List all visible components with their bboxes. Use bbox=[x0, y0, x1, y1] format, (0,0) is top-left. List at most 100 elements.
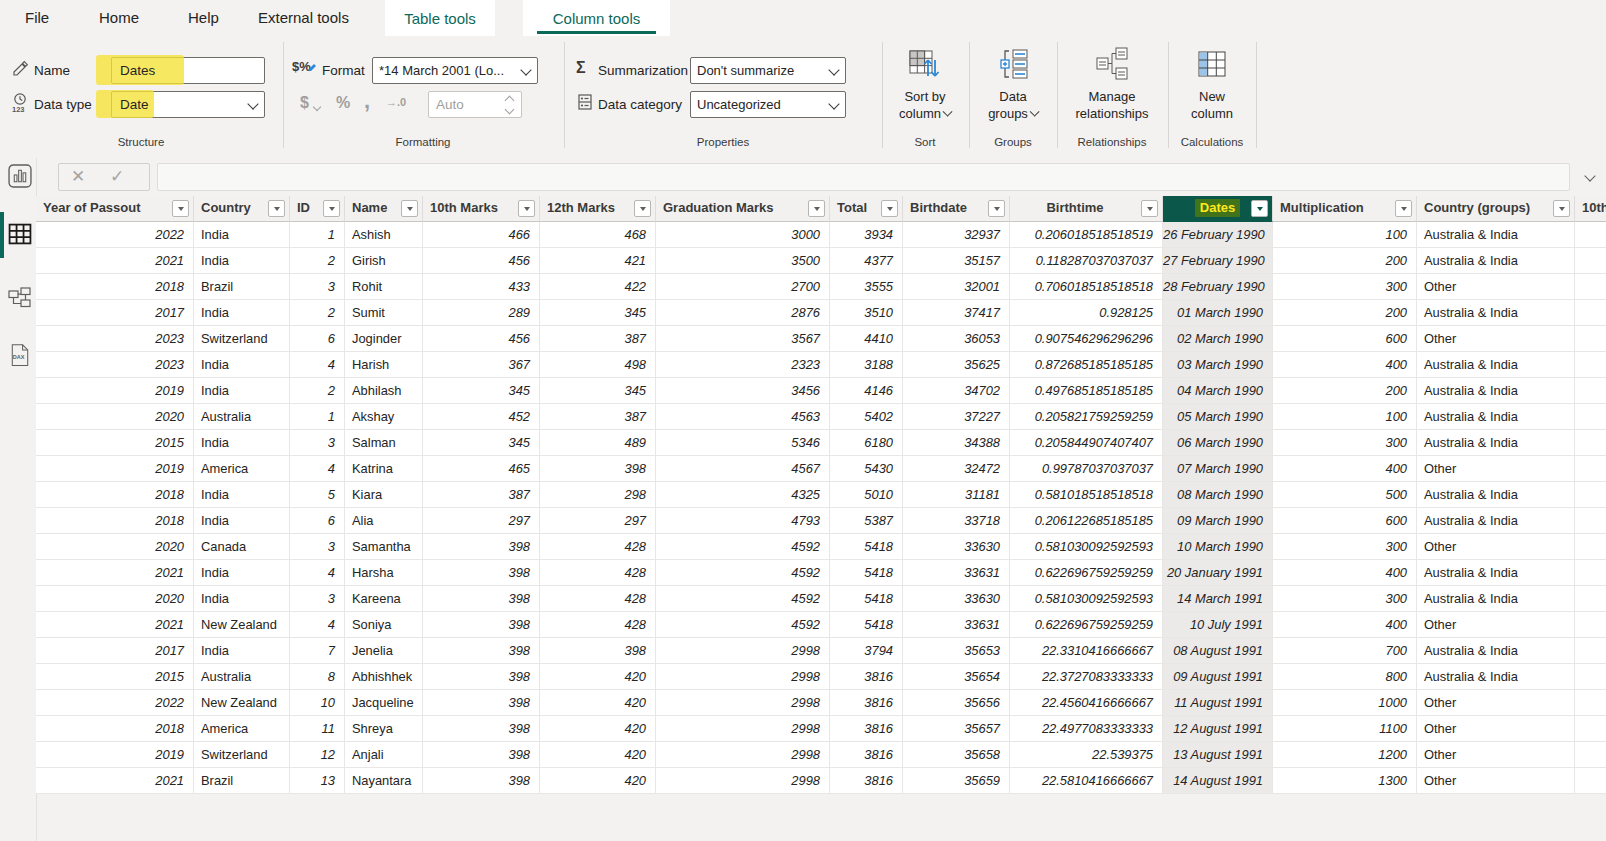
table-cell[interactable]: 398 bbox=[423, 534, 540, 560]
table-cell[interactable]: 33630 bbox=[903, 586, 1010, 612]
table-cell[interactable]: Jenelia bbox=[345, 638, 423, 664]
table-cell[interactable]: 800 bbox=[1273, 664, 1417, 690]
table-cell[interactable]: Switzerland bbox=[194, 326, 290, 352]
table-cell[interactable]: 2998 bbox=[656, 716, 830, 742]
table-cell[interactable]: 2019 bbox=[36, 378, 194, 404]
table-cell[interactable]: 22.3727083333333 bbox=[1010, 664, 1163, 690]
table-cell[interactable]: 398 bbox=[423, 638, 540, 664]
table-cell[interactable]: 4592 bbox=[656, 586, 830, 612]
table-cell[interactable]: Other bbox=[1417, 326, 1575, 352]
table-cell[interactable]: 2015 bbox=[36, 430, 194, 456]
expand-formula-bar-icon[interactable] bbox=[1584, 170, 1595, 181]
table-cell[interactable]: 6 bbox=[290, 326, 345, 352]
dax-query-view-icon[interactable]: DAX bbox=[8, 344, 32, 368]
table-cell[interactable]: 0.99787037037037 bbox=[1010, 456, 1163, 482]
column-header-12th-marks[interactable]: 12th Marks bbox=[540, 196, 656, 222]
table-cell[interactable]: Other bbox=[1417, 742, 1575, 768]
table-cell[interactable]: 600 bbox=[1273, 508, 1417, 534]
table-cell[interactable]: 12 bbox=[290, 742, 345, 768]
column-header-10th-marks[interactable]: 10th Marks bbox=[423, 196, 540, 222]
table-cell[interactable]: Australia & India bbox=[1417, 404, 1575, 430]
table-cell[interactable]: 387 bbox=[423, 482, 540, 508]
table-cell[interactable]: 5010 bbox=[830, 482, 903, 508]
table-cell[interactable]: 02 March 1990 bbox=[1163, 326, 1273, 352]
table-cell[interactable]: 1200 bbox=[1273, 742, 1417, 768]
table-cell[interactable]: 400 bbox=[1273, 612, 1417, 638]
table-cell[interactable]: 3510 bbox=[830, 300, 903, 326]
table-cell[interactable]: 08 March 1990 bbox=[1163, 482, 1273, 508]
table-cell[interactable]: 5430 bbox=[830, 456, 903, 482]
table-cell[interactable]: 35653 bbox=[903, 638, 1010, 664]
table-cell[interactable] bbox=[1575, 664, 1606, 690]
table-cell[interactable]: 2021 bbox=[36, 768, 194, 794]
table-cell[interactable]: 0.928125 bbox=[1010, 300, 1163, 326]
table-cell[interactable]: 35657 bbox=[903, 716, 1010, 742]
table-cell[interactable]: 3188 bbox=[830, 352, 903, 378]
table-cell[interactable] bbox=[1575, 222, 1606, 248]
table-cell[interactable]: 420 bbox=[540, 742, 656, 768]
table-cell[interactable]: Rohit bbox=[345, 274, 423, 300]
table-cell[interactable]: 01 March 1990 bbox=[1163, 300, 1273, 326]
table-cell[interactable]: 428 bbox=[540, 560, 656, 586]
table-cell[interactable]: 0.497685185185185 bbox=[1010, 378, 1163, 404]
table-cell[interactable]: New Zealand bbox=[194, 612, 290, 638]
table-cell[interactable]: Jacqueline bbox=[345, 690, 423, 716]
table-cell[interactable]: 398 bbox=[423, 586, 540, 612]
table-cell[interactable]: Brazil bbox=[194, 768, 290, 794]
table-cell[interactable]: 387 bbox=[540, 404, 656, 430]
table-cell[interactable]: 428 bbox=[540, 534, 656, 560]
table-cell[interactable] bbox=[1575, 690, 1606, 716]
table-cell[interactable]: 37417 bbox=[903, 300, 1010, 326]
table-cell[interactable]: 345 bbox=[540, 378, 656, 404]
table-cell[interactable]: India bbox=[194, 638, 290, 664]
table-cell[interactable]: 2018 bbox=[36, 274, 194, 300]
table-cell[interactable]: Australia & India bbox=[1417, 482, 1575, 508]
table-cell[interactable]: 3000 bbox=[656, 222, 830, 248]
table-cell[interactable]: 36053 bbox=[903, 326, 1010, 352]
percent-icon[interactable]: % bbox=[336, 94, 350, 112]
table-cell[interactable]: 8 bbox=[290, 664, 345, 690]
table-cell[interactable]: Soniya bbox=[345, 612, 423, 638]
table-cell[interactable]: 5418 bbox=[830, 586, 903, 612]
table-cell[interactable]: 1 bbox=[290, 404, 345, 430]
table-cell[interactable]: 34702 bbox=[903, 378, 1010, 404]
table-cell[interactable]: 2 bbox=[290, 378, 345, 404]
table-cell[interactable]: 398 bbox=[423, 664, 540, 690]
table-cell[interactable]: 0.872685185185185 bbox=[1010, 352, 1163, 378]
filter-dropdown-icon[interactable] bbox=[401, 200, 418, 217]
table-cell[interactable]: 0.622696759259259 bbox=[1010, 612, 1163, 638]
table-cell[interactable]: 09 August 1991 bbox=[1163, 664, 1273, 690]
table-cell[interactable]: Australia & India bbox=[1417, 638, 1575, 664]
table-cell[interactable]: Australia bbox=[194, 404, 290, 430]
table-cell[interactable]: 428 bbox=[540, 586, 656, 612]
table-cell[interactable]: 03 March 1990 bbox=[1163, 352, 1273, 378]
table-cell[interactable]: 32472 bbox=[903, 456, 1010, 482]
table-cell[interactable]: 0.622696759259259 bbox=[1010, 560, 1163, 586]
table-cell[interactable]: 3794 bbox=[830, 638, 903, 664]
menu-help[interactable]: Help bbox=[188, 0, 219, 36]
table-cell[interactable]: 2876 bbox=[656, 300, 830, 326]
table-cell[interactable]: Australia & India bbox=[1417, 508, 1575, 534]
tab-column-tools[interactable]: Column tools bbox=[523, 0, 670, 36]
table-cell[interactable]: 420 bbox=[540, 716, 656, 742]
table-cell[interactable]: New Zealand bbox=[194, 690, 290, 716]
column-header-multiplication[interactable]: Multiplication bbox=[1273, 196, 1417, 222]
table-cell[interactable]: 5346 bbox=[656, 430, 830, 456]
table-cell[interactable] bbox=[1575, 638, 1606, 664]
column-header-id[interactable]: ID bbox=[290, 196, 345, 222]
table-cell[interactable]: 500 bbox=[1273, 482, 1417, 508]
table-cell[interactable]: 3456 bbox=[656, 378, 830, 404]
column-header-country[interactable]: Country bbox=[194, 196, 290, 222]
table-cell[interactable]: 400 bbox=[1273, 560, 1417, 586]
table-cell[interactable]: 2015 bbox=[36, 664, 194, 690]
table-cell[interactable]: Akshay bbox=[345, 404, 423, 430]
table-cell[interactable]: 298 bbox=[540, 482, 656, 508]
table-cell[interactable]: 398 bbox=[423, 716, 540, 742]
table-cell[interactable]: Sumit bbox=[345, 300, 423, 326]
table-cell[interactable]: 11 August 1991 bbox=[1163, 690, 1273, 716]
table-cell[interactable]: 100 bbox=[1273, 404, 1417, 430]
table-cell[interactable]: 2021 bbox=[36, 560, 194, 586]
table-cell[interactable]: 6180 bbox=[830, 430, 903, 456]
filter-dropdown-icon[interactable] bbox=[881, 200, 898, 217]
table-cell[interactable]: Other bbox=[1417, 690, 1575, 716]
